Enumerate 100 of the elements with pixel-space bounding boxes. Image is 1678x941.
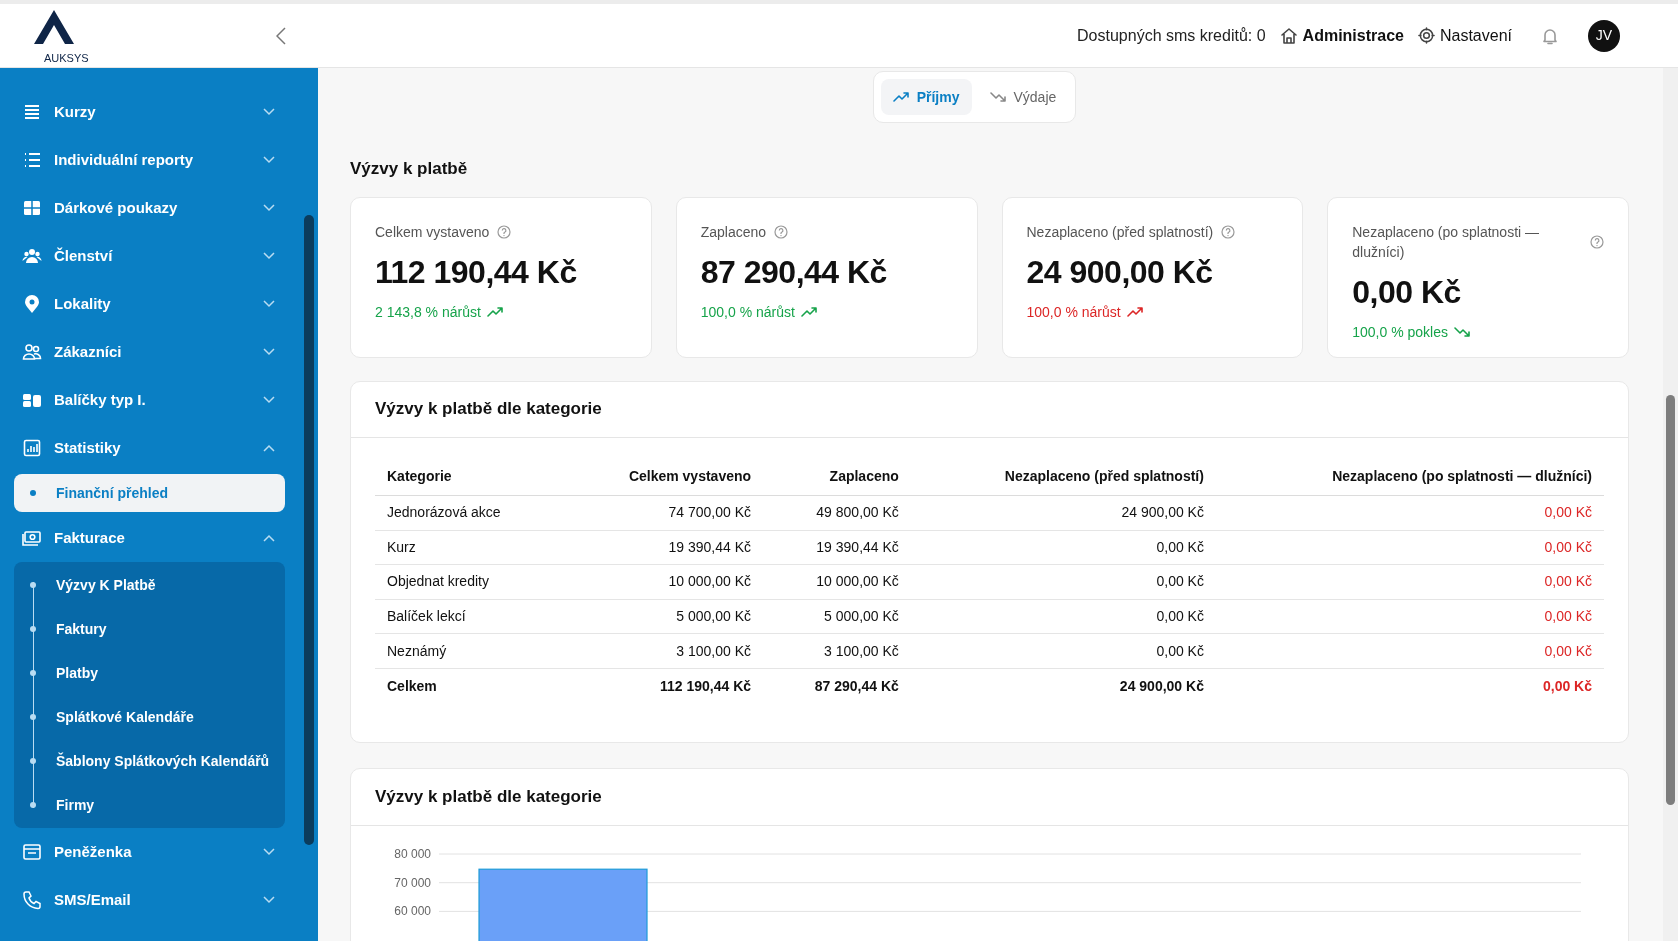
home-icon xyxy=(1279,26,1298,45)
stat-value: 87 290,44 Kč xyxy=(700,252,888,292)
table-cell: Kurz xyxy=(375,530,564,565)
people-icon xyxy=(22,246,42,266)
trend-up-icon xyxy=(800,305,817,319)
column-header: Nezaplaceno (po splatnosti — dlužníci) xyxy=(1215,457,1604,496)
change-text: 100,0 % nárůst xyxy=(700,302,795,322)
bar[interactable] xyxy=(478,868,648,941)
trend-up-icon xyxy=(486,305,503,319)
stat-label: Nezaplaceno (před splatností) xyxy=(1026,222,1214,242)
submenu-item[interactable]: Splátkové Kalendáře xyxy=(14,695,285,739)
submenu-item[interactable]: Faktury xyxy=(14,607,285,651)
trend-down-icon xyxy=(1454,325,1470,339)
axis-tick-label: 80 000 xyxy=(394,846,431,861)
table-cell: 0,00 Kč xyxy=(910,599,1216,634)
table-cell: 19 390,44 Kč xyxy=(763,530,911,565)
table-cell: 24 900,00 Kč xyxy=(910,495,1216,531)
table-cell: 49 800,00 Kč xyxy=(763,495,911,531)
change-text: 100,0 % pokles xyxy=(1352,322,1448,342)
table-cell: 10 000,00 Kč xyxy=(763,564,911,600)
submenu-item[interactable]: Platby xyxy=(14,651,285,695)
table-cell: Objednat kredity xyxy=(375,564,564,600)
wallet-icon xyxy=(22,842,42,862)
sidebar-item[interactable]: Fakturace xyxy=(14,514,285,562)
table-cell: 0,00 Kč xyxy=(1215,668,1604,704)
phone-icon xyxy=(22,890,42,910)
settings-link[interactable]: Nastavení xyxy=(1417,23,1512,48)
trend-up-icon xyxy=(1126,305,1143,319)
sms-credits-text: Dostupných sms kreditů: 0 xyxy=(1077,25,1266,46)
submenu-item[interactable]: Finanční přehled xyxy=(14,474,285,512)
column-header: Celkem vystaveno xyxy=(563,457,764,496)
axis-tick-label: 60 000 xyxy=(394,903,431,918)
help-icon[interactable] xyxy=(1221,224,1236,239)
sidebar-item[interactable]: Lokality xyxy=(14,280,285,328)
tab[interactable]: Výdaje xyxy=(977,79,1069,115)
table-cell: 74 700,00 Kč xyxy=(563,495,764,531)
help-icon[interactable] xyxy=(1590,234,1604,249)
settings-icon xyxy=(1417,27,1435,44)
change-text: 2 143,8 % nárůst xyxy=(375,302,481,322)
table-cell: 112 190,44 Kč xyxy=(563,668,764,704)
sidebar-item[interactable]: Kurzy xyxy=(14,88,285,136)
axis-tick-label: 70 000 xyxy=(394,875,431,890)
column-header: Nezaplaceno (před splatností) xyxy=(910,457,1216,496)
table-cell: 0,00 Kč xyxy=(910,564,1216,600)
table-cell: 0,00 Kč xyxy=(1215,633,1604,669)
stat-value: 0,00 Kč xyxy=(1352,272,1462,312)
table-cell: 0,00 Kč xyxy=(1215,530,1604,565)
section-title: Výzvy k platbě xyxy=(350,158,469,180)
list-icon xyxy=(22,150,42,170)
chart-icon xyxy=(22,438,42,458)
sidebar-item[interactable]: Peněženka xyxy=(14,828,285,876)
table-cell: 5 000,00 Kč xyxy=(563,599,764,634)
trend-down-icon xyxy=(989,90,1006,104)
table-cell: 3 100,00 Kč xyxy=(763,633,911,669)
logo-text: AUKSYS xyxy=(44,51,89,64)
stat-value: 24 900,00 Kč xyxy=(1026,252,1214,292)
table-cell: Celkem xyxy=(375,668,564,704)
submenu-item[interactable]: Výzvy K Platbě xyxy=(14,563,285,607)
column-header: Kategorie xyxy=(375,457,564,496)
table-cell: 19 390,44 Kč xyxy=(563,530,764,565)
stat-label: Nezaplaceno (po splatnosti — dlužníci) xyxy=(1352,222,1541,262)
avatar[interactable]: JV xyxy=(1588,19,1620,52)
collapse-icon[interactable] xyxy=(276,26,286,45)
submenu-item[interactable]: Firmy xyxy=(14,783,285,827)
sidebar-item[interactable]: Členství xyxy=(14,232,285,280)
trend-up-icon xyxy=(892,90,909,104)
table-cell: Neznámý xyxy=(375,633,564,669)
table-cell: Balíček lekcí xyxy=(375,599,564,634)
help-icon[interactable] xyxy=(774,224,789,239)
scrollbar-thumb[interactable] xyxy=(304,215,314,845)
stat-label: Celkem vystaveno xyxy=(375,222,490,242)
table-cell: 5 000,00 Kč xyxy=(763,599,911,634)
table-cell: 0,00 Kč xyxy=(1215,599,1604,634)
tab[interactable]: Příjmy xyxy=(880,79,972,115)
table-cell: 0,00 Kč xyxy=(1215,495,1604,531)
submenu-item[interactable]: Šablony Splátkových Kalendářů xyxy=(14,739,285,783)
sidebar-item[interactable]: Balíčky typ I. xyxy=(14,376,285,424)
scrollbar-thumb[interactable] xyxy=(1666,395,1675,805)
card-title: Výzvy k platbě dle kategorie xyxy=(351,768,1628,826)
list-icon xyxy=(22,102,42,122)
sidebar-item[interactable]: Statistiky xyxy=(14,424,285,472)
table-cell: 3 100,00 Kč xyxy=(563,633,764,669)
table-cell: Jednorázová akce xyxy=(375,495,564,531)
change-text: 100,0 % nárůst xyxy=(1026,302,1121,322)
sidebar-item[interactable]: Zákazníci xyxy=(14,328,285,376)
help-icon[interactable] xyxy=(497,224,512,239)
location-icon xyxy=(22,294,42,314)
money-icon xyxy=(22,528,42,548)
column-header: Zaplaceno xyxy=(763,457,911,496)
sidebar-item[interactable]: Dárkové poukazy xyxy=(14,184,285,232)
stat-label: Zaplaceno xyxy=(700,222,767,242)
sidebar-item[interactable]: Individuální reporty xyxy=(14,136,285,184)
table-cell: 10 000,00 Kč xyxy=(563,564,764,600)
admin-link[interactable]: Administrace xyxy=(1279,23,1404,48)
people-icon xyxy=(22,342,42,362)
table-cell: 0,00 Kč xyxy=(910,530,1216,565)
stat-value: 112 190,44 Kč xyxy=(375,252,578,292)
sidebar-item[interactable]: SMS/Email xyxy=(14,876,285,924)
table-cell: 0,00 Kč xyxy=(910,633,1216,669)
table-cell: 87 290,44 Kč xyxy=(763,668,911,704)
